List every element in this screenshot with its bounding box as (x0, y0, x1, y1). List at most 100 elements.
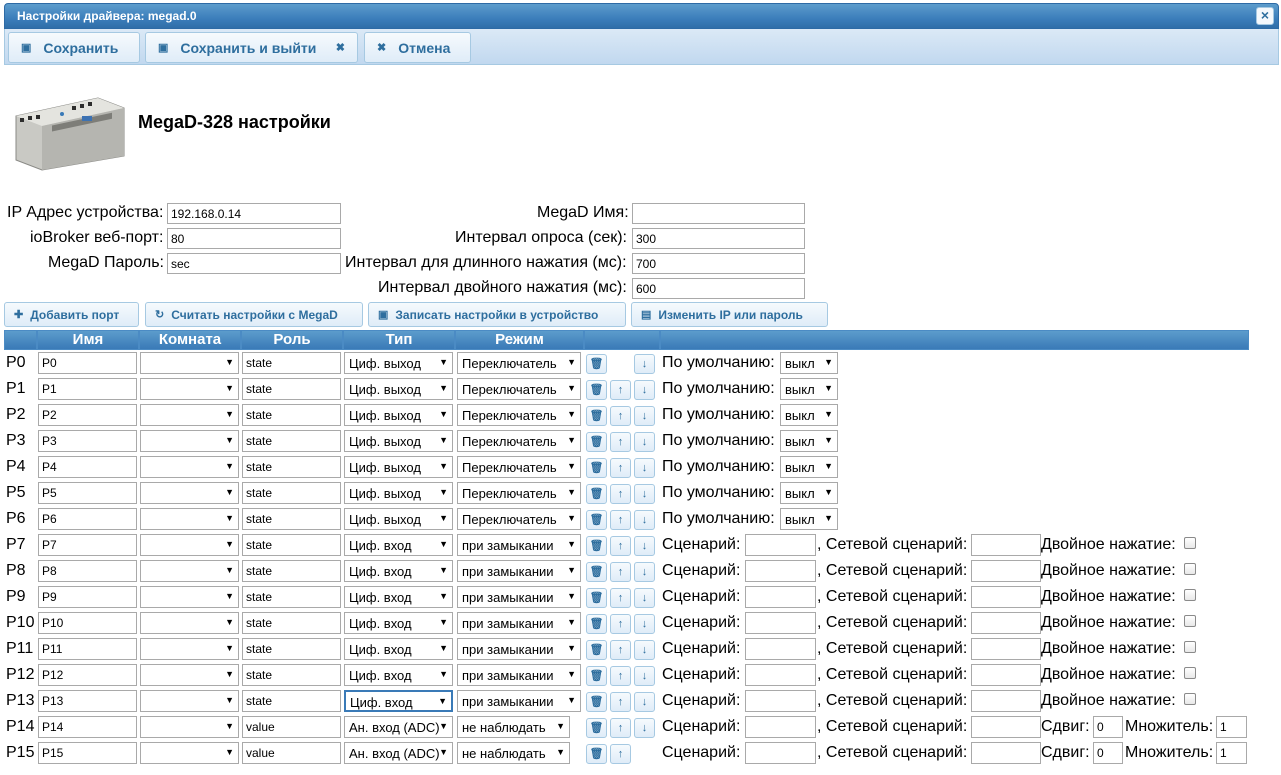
port-mode-select[interactable]: при замыкании (457, 612, 581, 634)
arrow-down-icon[interactable]: ↓ (634, 692, 655, 712)
port-room-select[interactable] (140, 378, 239, 400)
port-role-input[interactable]: value (242, 716, 341, 738)
arrow-up-icon[interactable]: ↑ (610, 744, 631, 764)
scenario-input[interactable] (745, 534, 816, 556)
net-scenario-input[interactable] (971, 742, 1041, 764)
arrow-up-icon[interactable]: ↑ (610, 588, 631, 608)
net-scenario-input[interactable] (971, 664, 1041, 686)
net-scenario-input[interactable] (971, 612, 1041, 634)
trash-icon[interactable]: 🗑 (586, 432, 607, 452)
net-scenario-input[interactable] (971, 716, 1041, 738)
port-type-select[interactable]: Циф. вход (344, 612, 453, 634)
default-select[interactable]: выкл (780, 352, 838, 374)
port-mode-select[interactable]: Переключатель (457, 404, 581, 426)
arrow-down-icon[interactable]: ↓ (634, 458, 655, 478)
port-room-select[interactable] (140, 482, 239, 504)
arrow-down-icon[interactable]: ↓ (634, 354, 655, 374)
port-mode-select[interactable]: при замыкании (457, 586, 581, 608)
net-scenario-input[interactable] (971, 586, 1041, 608)
arrow-up-icon[interactable]: ↑ (610, 406, 631, 426)
port-room-select[interactable] (140, 742, 239, 764)
port-room-select[interactable] (140, 534, 239, 556)
scenario-input[interactable] (745, 586, 816, 608)
port-type-select[interactable]: Циф. вход (344, 638, 453, 660)
port-room-select[interactable] (140, 612, 239, 634)
port-input[interactable] (167, 228, 341, 249)
default-select[interactable]: выкл (780, 456, 838, 478)
port-name-input[interactable]: P11 (38, 638, 137, 660)
trash-icon[interactable]: 🗑 (586, 458, 607, 478)
multiplier-input[interactable]: 1 (1216, 716, 1247, 738)
port-type-select[interactable]: Ан. вход (ADC) (344, 716, 453, 738)
arrow-down-icon[interactable]: ↓ (634, 666, 655, 686)
port-room-select[interactable] (140, 716, 239, 738)
port-room-select[interactable] (140, 560, 239, 582)
arrow-up-icon[interactable]: ↑ (610, 536, 631, 556)
port-mode-select[interactable]: при замыкании (457, 690, 581, 712)
port-room-select[interactable] (140, 508, 239, 530)
trash-icon[interactable]: 🗑 (586, 588, 607, 608)
port-room-select[interactable] (140, 586, 239, 608)
arrow-up-icon[interactable]: ↑ (610, 666, 631, 686)
port-mode-select[interactable]: Переключатель (457, 508, 581, 530)
port-name-input[interactable]: P14 (38, 716, 137, 738)
default-select[interactable]: выкл (780, 482, 838, 504)
port-role-input[interactable]: state (242, 352, 341, 374)
port-mode-select[interactable]: при замыкании (457, 638, 581, 660)
port-name-input[interactable]: P8 (38, 560, 137, 582)
port-type-select[interactable]: Циф. выход (344, 456, 453, 478)
arrow-down-icon[interactable]: ↓ (634, 432, 655, 452)
trash-icon[interactable]: 🗑 (586, 692, 607, 712)
trash-icon[interactable]: 🗑 (586, 744, 607, 764)
port-room-select[interactable] (140, 690, 239, 712)
port-name-input[interactable]: P10 (38, 612, 137, 634)
port-type-select[interactable]: Циф. выход (344, 352, 453, 374)
change-ip-button[interactable]: ▤ Изменить IP или пароль (631, 302, 828, 327)
arrow-up-icon[interactable]: ↑ (610, 640, 631, 660)
arrow-up-icon[interactable]: ↑ (610, 692, 631, 712)
port-name-input[interactable]: P4 (38, 456, 137, 478)
trash-icon[interactable]: 🗑 (586, 380, 607, 400)
trash-icon[interactable]: 🗑 (586, 510, 607, 530)
port-role-input[interactable]: state (242, 612, 341, 634)
net-scenario-input[interactable] (971, 638, 1041, 660)
save-button[interactable]: ▣ Сохранить (8, 32, 140, 63)
arrow-down-icon[interactable]: ↓ (634, 562, 655, 582)
trash-icon[interactable]: 🗑 (586, 406, 607, 426)
default-select[interactable]: выкл (780, 378, 838, 400)
scenario-input[interactable] (745, 664, 816, 686)
scenario-input[interactable] (745, 638, 816, 660)
add-port-button[interactable]: ✚ Добавить порт (4, 302, 139, 327)
save-and-exit-button[interactable]: ▣ Сохранить и выйти ✖ (145, 32, 358, 63)
net-scenario-input[interactable] (971, 534, 1041, 556)
arrow-up-icon[interactable]: ↑ (610, 510, 631, 530)
port-name-input[interactable]: P0 (38, 352, 137, 374)
ip-address-input[interactable] (167, 203, 341, 224)
port-room-select[interactable] (140, 352, 239, 374)
port-type-select[interactable]: Циф. выход (344, 508, 453, 530)
double-press-checkbox[interactable] (1184, 589, 1196, 601)
port-name-input[interactable]: P13 (38, 690, 137, 712)
port-type-select[interactable]: Циф. вход (344, 690, 453, 712)
double-press-checkbox[interactable] (1184, 563, 1196, 575)
port-role-input[interactable]: state (242, 378, 341, 400)
scenario-input[interactable] (745, 690, 816, 712)
shift-input[interactable]: 0 (1093, 716, 1123, 738)
scenario-input[interactable] (745, 612, 816, 634)
net-scenario-input[interactable] (971, 690, 1041, 712)
arrow-down-icon[interactable]: ↓ (634, 406, 655, 426)
port-mode-select[interactable]: Переключатель (457, 430, 581, 452)
arrow-down-icon[interactable]: ↓ (634, 484, 655, 504)
port-room-select[interactable] (140, 638, 239, 660)
port-name-input[interactable]: P3 (38, 430, 137, 452)
port-role-input[interactable]: state (242, 430, 341, 452)
arrow-up-icon[interactable]: ↑ (610, 718, 631, 738)
port-type-select[interactable]: Циф. вход (344, 586, 453, 608)
scenario-input[interactable] (745, 742, 816, 764)
multiplier-input[interactable]: 1 (1216, 742, 1247, 764)
trash-icon[interactable]: 🗑 (586, 666, 607, 686)
trash-icon[interactable]: 🗑 (586, 536, 607, 556)
port-mode-select[interactable]: не наблюдать (457, 742, 570, 764)
shift-input[interactable]: 0 (1093, 742, 1123, 764)
double-press-checkbox[interactable] (1184, 615, 1196, 627)
